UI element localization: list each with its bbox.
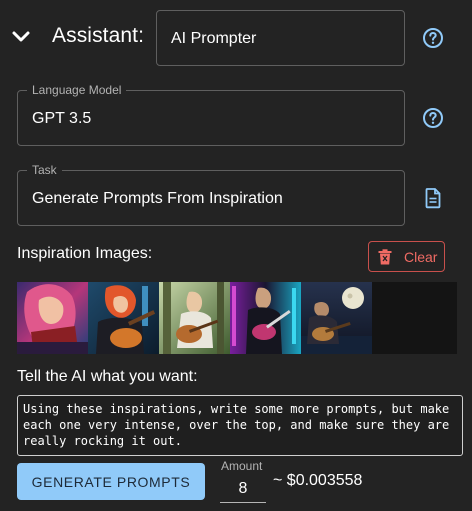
prompt-label: Tell the AI what you want: bbox=[17, 368, 198, 385]
clear-button[interactable]: Clear bbox=[368, 241, 445, 272]
prompt-textarea[interactable]: Using these inspirations, write some mor… bbox=[17, 395, 463, 456]
clear-button-label: Clear bbox=[404, 248, 438, 265]
chevron-down-icon[interactable] bbox=[10, 26, 32, 48]
language-model-value: GPT 3.5 bbox=[32, 110, 92, 127]
cost-estimate: ~ $0.003558 bbox=[273, 472, 363, 489]
assistant-name-value: AI Prompter bbox=[171, 30, 257, 47]
inspiration-image[interactable] bbox=[159, 282, 230, 354]
inspiration-image-strip bbox=[17, 282, 457, 354]
language-model-label: Language Model bbox=[27, 83, 127, 97]
inspiration-image[interactable] bbox=[230, 282, 301, 354]
generate-prompts-button[interactable]: GENERATE PROMPTS bbox=[17, 463, 205, 500]
task-value: Generate Prompts From Inspiration bbox=[32, 190, 283, 207]
document-icon[interactable] bbox=[424, 187, 442, 209]
inspiration-images-label: Inspiration Images: bbox=[17, 245, 153, 262]
language-model-field[interactable]: Language Model GPT 3.5 bbox=[17, 83, 405, 146]
amount-label: Amount bbox=[221, 459, 263, 473]
inspiration-image[interactable] bbox=[17, 282, 88, 354]
trash-icon bbox=[378, 248, 392, 264]
task-label: Task bbox=[27, 163, 62, 177]
amount-input[interactable]: 8 bbox=[220, 476, 266, 503]
help-circle-icon[interactable] bbox=[421, 106, 445, 130]
assistant-panel: Assistant: AI Prompter Language Model GP… bbox=[0, 0, 472, 511]
task-field[interactable]: Task Generate Prompts From Inspiration bbox=[17, 163, 405, 226]
inspiration-image[interactable] bbox=[88, 282, 159, 354]
assistant-name-field[interactable]: AI Prompter bbox=[156, 10, 405, 66]
help-circle-icon[interactable] bbox=[421, 26, 445, 50]
assistant-label: Assistant: bbox=[52, 24, 145, 47]
inspiration-image[interactable] bbox=[301, 282, 372, 354]
